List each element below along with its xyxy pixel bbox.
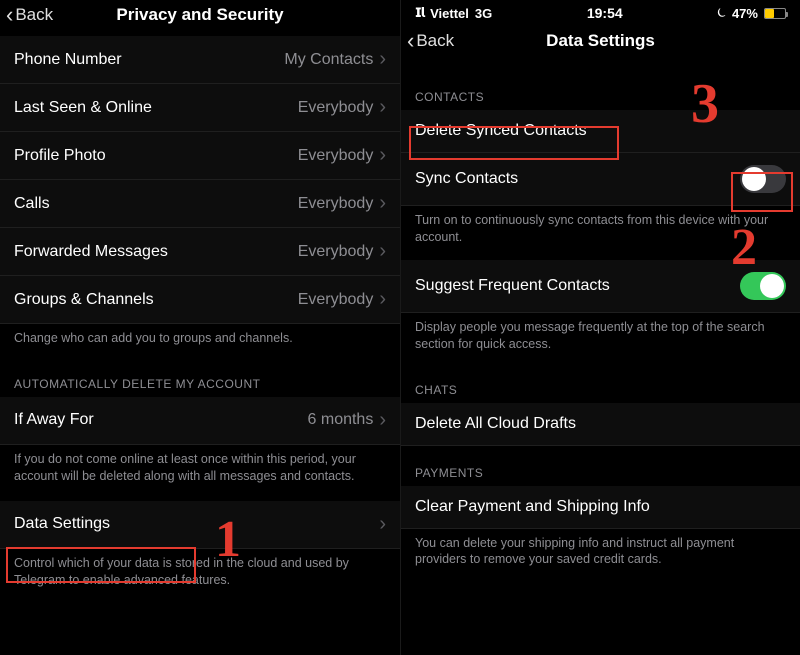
row-if-away-for[interactable]: If Away For 6 months › xyxy=(0,397,400,445)
row-phone-number[interactable]: Phone Number My Contacts › xyxy=(0,36,400,84)
suggest-footer: Display people you message frequently at… xyxy=(401,313,800,363)
row-value: Everybody xyxy=(298,243,374,261)
row-value: Everybody xyxy=(298,99,374,117)
data-settings-screen: 𝗜𝗹 Viettel 3G 19:54 ⏾ 47% ‹ Back Data Se… xyxy=(400,0,800,655)
row-label: Groups & Channels xyxy=(14,291,154,309)
chevron-right-icon: › xyxy=(379,240,386,263)
sync-contacts-footer: Turn on to continuously sync contacts fr… xyxy=(401,206,800,256)
row-clear-payment[interactable]: Clear Payment and Shipping Info xyxy=(401,486,800,529)
row-last-seen[interactable]: Last Seen & Online Everybody › xyxy=(0,84,400,132)
privacy-footer: Change who can add you to groups and cha… xyxy=(0,324,400,357)
chevron-left-icon: ‹ xyxy=(6,4,13,26)
row-data-settings[interactable]: Data Settings › xyxy=(0,501,400,549)
row-label: Last Seen & Online xyxy=(14,99,152,117)
row-value: My Contacts xyxy=(284,51,373,69)
suggest-frequent-toggle[interactable] xyxy=(740,272,786,300)
row-value: Everybody xyxy=(298,291,374,309)
row-value: 6 months xyxy=(308,411,374,429)
page-title: Data Settings xyxy=(401,31,800,51)
clear-payment-footer: You can delete your shipping info and in… xyxy=(401,529,800,579)
chevron-right-icon: › xyxy=(379,144,386,167)
row-label: Suggest Frequent Contacts xyxy=(415,277,610,295)
delete-account-footer: If you do not come online at least once … xyxy=(0,445,400,495)
row-profile-photo[interactable]: Profile Photo Everybody › xyxy=(0,132,400,180)
chevron-right-icon: › xyxy=(379,409,386,432)
row-groups[interactable]: Groups & Channels Everybody › xyxy=(0,276,400,324)
row-suggest-frequent[interactable]: Suggest Frequent Contacts xyxy=(401,260,800,313)
chevron-left-icon: ‹ xyxy=(407,30,414,52)
carrier-label: Viettel xyxy=(430,6,469,21)
signal-icon: 𝗜𝗹 xyxy=(415,5,424,21)
row-delete-drafts[interactable]: Delete All Cloud Drafts xyxy=(401,403,800,446)
contacts-header: CONTACTS xyxy=(401,62,800,110)
row-label: Delete Synced Contacts xyxy=(415,122,587,140)
row-label: Delete All Cloud Drafts xyxy=(415,415,576,433)
chevron-right-icon: › xyxy=(379,192,386,215)
payments-header: PAYMENTS xyxy=(401,446,800,486)
nav-header: ‹ Back Data Settings xyxy=(401,26,800,62)
back-button[interactable]: ‹ Back xyxy=(6,4,53,26)
chevron-right-icon: › xyxy=(379,513,386,536)
privacy-security-screen: ‹ Back Privacy and Security Phone Number… xyxy=(0,0,400,655)
nav-header: ‹ Back Privacy and Security xyxy=(0,0,400,36)
battery-pct: 47% xyxy=(732,6,758,21)
back-button[interactable]: ‹ Back xyxy=(407,30,454,52)
row-label: Sync Contacts xyxy=(415,170,518,188)
chevron-right-icon: › xyxy=(379,288,386,311)
row-label: Calls xyxy=(14,195,50,213)
sync-contacts-toggle[interactable] xyxy=(740,165,786,193)
row-label: Clear Payment and Shipping Info xyxy=(415,498,650,516)
row-delete-synced-contacts[interactable]: Delete Synced Contacts xyxy=(401,110,800,153)
row-value: Everybody xyxy=(298,147,374,165)
lock-icon: ⏾ xyxy=(717,7,726,20)
status-bar: 𝗜𝗹 Viettel 3G 19:54 ⏾ 47% xyxy=(401,0,800,26)
data-settings-footer: Control which of your data is stored in … xyxy=(0,549,400,599)
row-calls[interactable]: Calls Everybody › xyxy=(0,180,400,228)
page-title: Privacy and Security xyxy=(0,5,400,25)
row-label: Forwarded Messages xyxy=(14,243,168,261)
row-label: Data Settings xyxy=(14,515,110,533)
network-label: 3G xyxy=(475,6,492,21)
row-label: If Away For xyxy=(14,411,94,429)
back-label: Back xyxy=(15,5,53,25)
chevron-right-icon: › xyxy=(379,48,386,71)
back-label: Back xyxy=(416,31,454,51)
row-label: Phone Number xyxy=(14,51,122,69)
chats-header: CHATS xyxy=(401,363,800,403)
battery-icon xyxy=(764,8,786,19)
row-value: Everybody xyxy=(298,195,374,213)
chevron-right-icon: › xyxy=(379,96,386,119)
delete-account-header: AUTOMATICALLY DELETE MY ACCOUNT xyxy=(0,357,400,397)
row-label: Profile Photo xyxy=(14,147,106,165)
row-sync-contacts[interactable]: Sync Contacts xyxy=(401,153,800,206)
clock: 19:54 xyxy=(587,5,623,21)
row-forwarded[interactable]: Forwarded Messages Everybody › xyxy=(0,228,400,276)
